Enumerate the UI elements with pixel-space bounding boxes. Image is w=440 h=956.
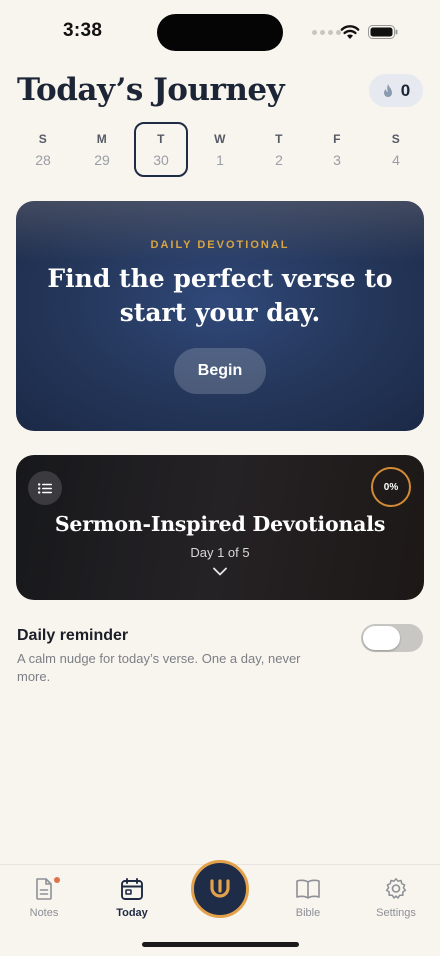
status-time: 3:38 — [63, 20, 103, 41]
tab-label: Today — [116, 907, 148, 919]
dynamic-island — [157, 14, 283, 51]
day-monday[interactable]: M 29 — [75, 122, 129, 177]
app-logo-icon — [210, 879, 230, 898]
day-wednesday[interactable]: W 1 — [193, 122, 247, 177]
day-number: 30 — [153, 152, 169, 168]
home-indicator — [142, 942, 299, 947]
notification-dot — [54, 877, 60, 883]
streak-count: 0 — [400, 80, 411, 100]
page-title: Today’s Journey — [17, 72, 285, 108]
flame-icon — [383, 83, 392, 97]
progress-ring: 0% — [371, 467, 411, 507]
day-of-week: F — [333, 132, 341, 146]
tab-label: Bible — [295, 907, 321, 919]
list-icon — [38, 482, 52, 494]
note-icon — [36, 878, 52, 900]
sermon-series-title: Sermon-Inspired Devotionals — [54, 512, 386, 536]
day-number: 1 — [216, 152, 224, 168]
devotional-heading: Find the perfect verse to start your day… — [47, 264, 393, 327]
chevron-down-icon[interactable] — [213, 567, 227, 576]
day-number: 2 — [275, 152, 283, 168]
begin-button[interactable]: Begin — [174, 348, 266, 394]
sermon-devotionals-card[interactable]: 0% Sermon-Inspired Devotionals Day 1 of … — [16, 455, 424, 600]
day-sunday[interactable]: S 28 — [16, 122, 70, 177]
sermon-series-progress: Day 1 of 5 — [190, 545, 250, 560]
streak-badge[interactable]: 0 — [369, 74, 423, 107]
day-friday[interactable]: F 3 — [310, 122, 364, 177]
day-of-week: T — [275, 132, 283, 146]
book-icon — [296, 879, 320, 899]
tab-label: Notes — [29, 907, 59, 919]
day-of-week: S — [38, 132, 48, 146]
reminder-toggle[interactable] — [361, 624, 423, 652]
day-of-week: M — [96, 132, 108, 146]
wifi-icon — [340, 25, 360, 39]
tab-notes[interactable]: Notes — [9, 877, 79, 919]
day-of-week: W — [214, 132, 226, 146]
reminder-description: A calm nudge for today’s verse. One a da… — [17, 651, 301, 684]
daily-devotional-card[interactable]: DAILY DEVOTIONAL Find the perfect verse … — [16, 201, 424, 431]
day-number: 4 — [392, 152, 400, 168]
toggle-knob — [363, 626, 400, 650]
series-list-button[interactable] — [28, 471, 62, 505]
gear-icon — [385, 878, 407, 899]
day-number: 29 — [94, 152, 110, 168]
cellular-signal-icon — [312, 30, 341, 35]
day-number: 3 — [333, 152, 341, 168]
tab-today[interactable]: Today — [97, 877, 167, 919]
tab-label: Settings — [376, 907, 416, 919]
tab-settings[interactable]: Settings — [361, 877, 431, 919]
status-bar: 3:38 — [0, 0, 440, 66]
day-saturday[interactable]: S 4 — [369, 122, 423, 177]
day-of-week: T — [157, 132, 165, 146]
day-tuesday-selected[interactable]: T 30 — [134, 122, 188, 177]
day-number: 28 — [35, 152, 51, 168]
week-strip: S 28 M 29 T 30 W 1 T 2 F 3 S 4 — [13, 122, 425, 178]
day-of-week: S — [391, 132, 401, 146]
reminder-title: Daily reminder — [17, 627, 129, 644]
calendar-icon — [121, 878, 143, 900]
app-home-button[interactable] — [191, 860, 249, 918]
day-thursday[interactable]: T 2 — [252, 122, 306, 177]
battery-icon — [368, 25, 398, 39]
devotional-eyebrow: DAILY DEVOTIONAL — [150, 239, 290, 251]
tab-bible[interactable]: Bible — [273, 877, 343, 919]
